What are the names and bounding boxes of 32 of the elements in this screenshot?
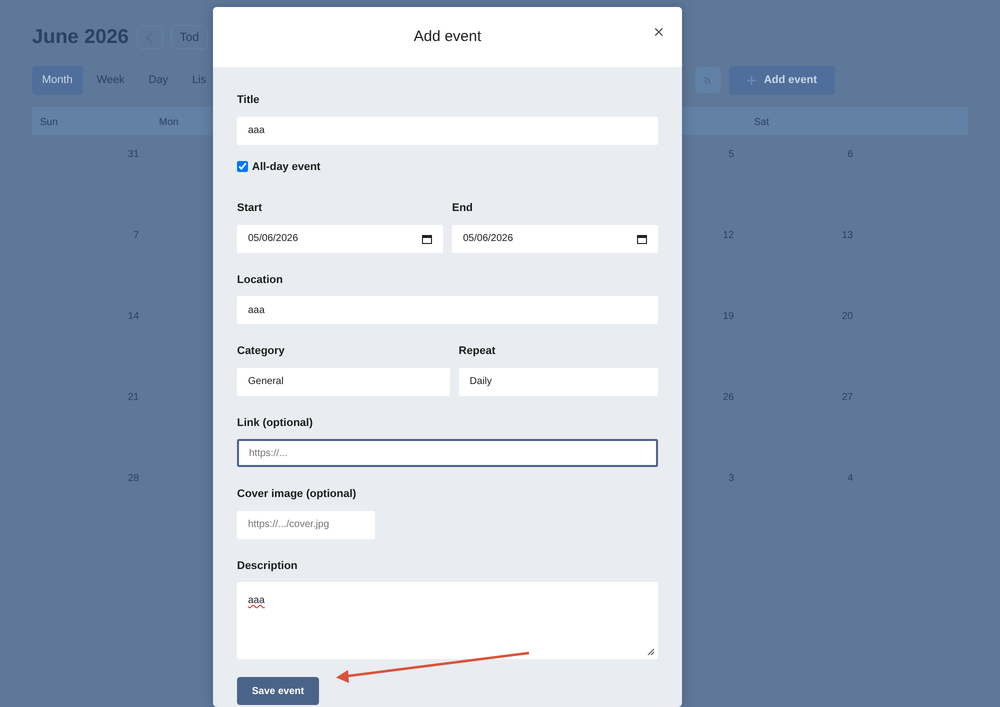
input-field[interactable]: aaa [237, 296, 658, 324]
calendar-icon[interactable] [422, 234, 432, 244]
field-label: Title [237, 93, 260, 108]
close-button[interactable]: × [651, 19, 666, 46]
add-event-button[interactable]: Add event [728, 66, 835, 94]
checkbox-label: All-day event [252, 160, 320, 174]
date-field[interactable]: 05/06/2026 [237, 224, 443, 252]
plus-icon [746, 76, 756, 85]
field-label: Description [237, 558, 298, 574]
dialog-title: Add event [414, 26, 482, 47]
date-field[interactable]: 05/06/2026 [452, 224, 658, 252]
input-field[interactable]: General [237, 368, 450, 396]
all-day-checkbox[interactable] [237, 161, 248, 172]
weekday-label: Sat [754, 116, 770, 130]
field-label: Location [237, 272, 283, 288]
input-field[interactable]: https://.../cover.jpg [237, 510, 375, 538]
resize-handle-icon[interactable] [647, 648, 654, 655]
field-label: End [452, 201, 473, 216]
field-label: Repeat [458, 344, 496, 359]
input-field[interactable]: aaa [237, 116, 658, 144]
field-label: Start [237, 201, 262, 216]
field-label: Cover image (optional) [237, 487, 356, 502]
view-tab[interactable]: Month [32, 66, 83, 94]
save-button[interactable]: Save event [237, 677, 319, 705]
calendar-icon[interactable] [637, 234, 647, 244]
description-field[interactable]: aaa [237, 582, 658, 659]
field-label: Category [237, 344, 285, 359]
input-field[interactable]: Daily [458, 368, 658, 396]
input-field[interactable]: https://... [237, 439, 658, 467]
weekday-label: Mon [159, 116, 178, 130]
weekday-label: Sun [40, 116, 58, 130]
field-label: Link (optional) [237, 416, 313, 430]
